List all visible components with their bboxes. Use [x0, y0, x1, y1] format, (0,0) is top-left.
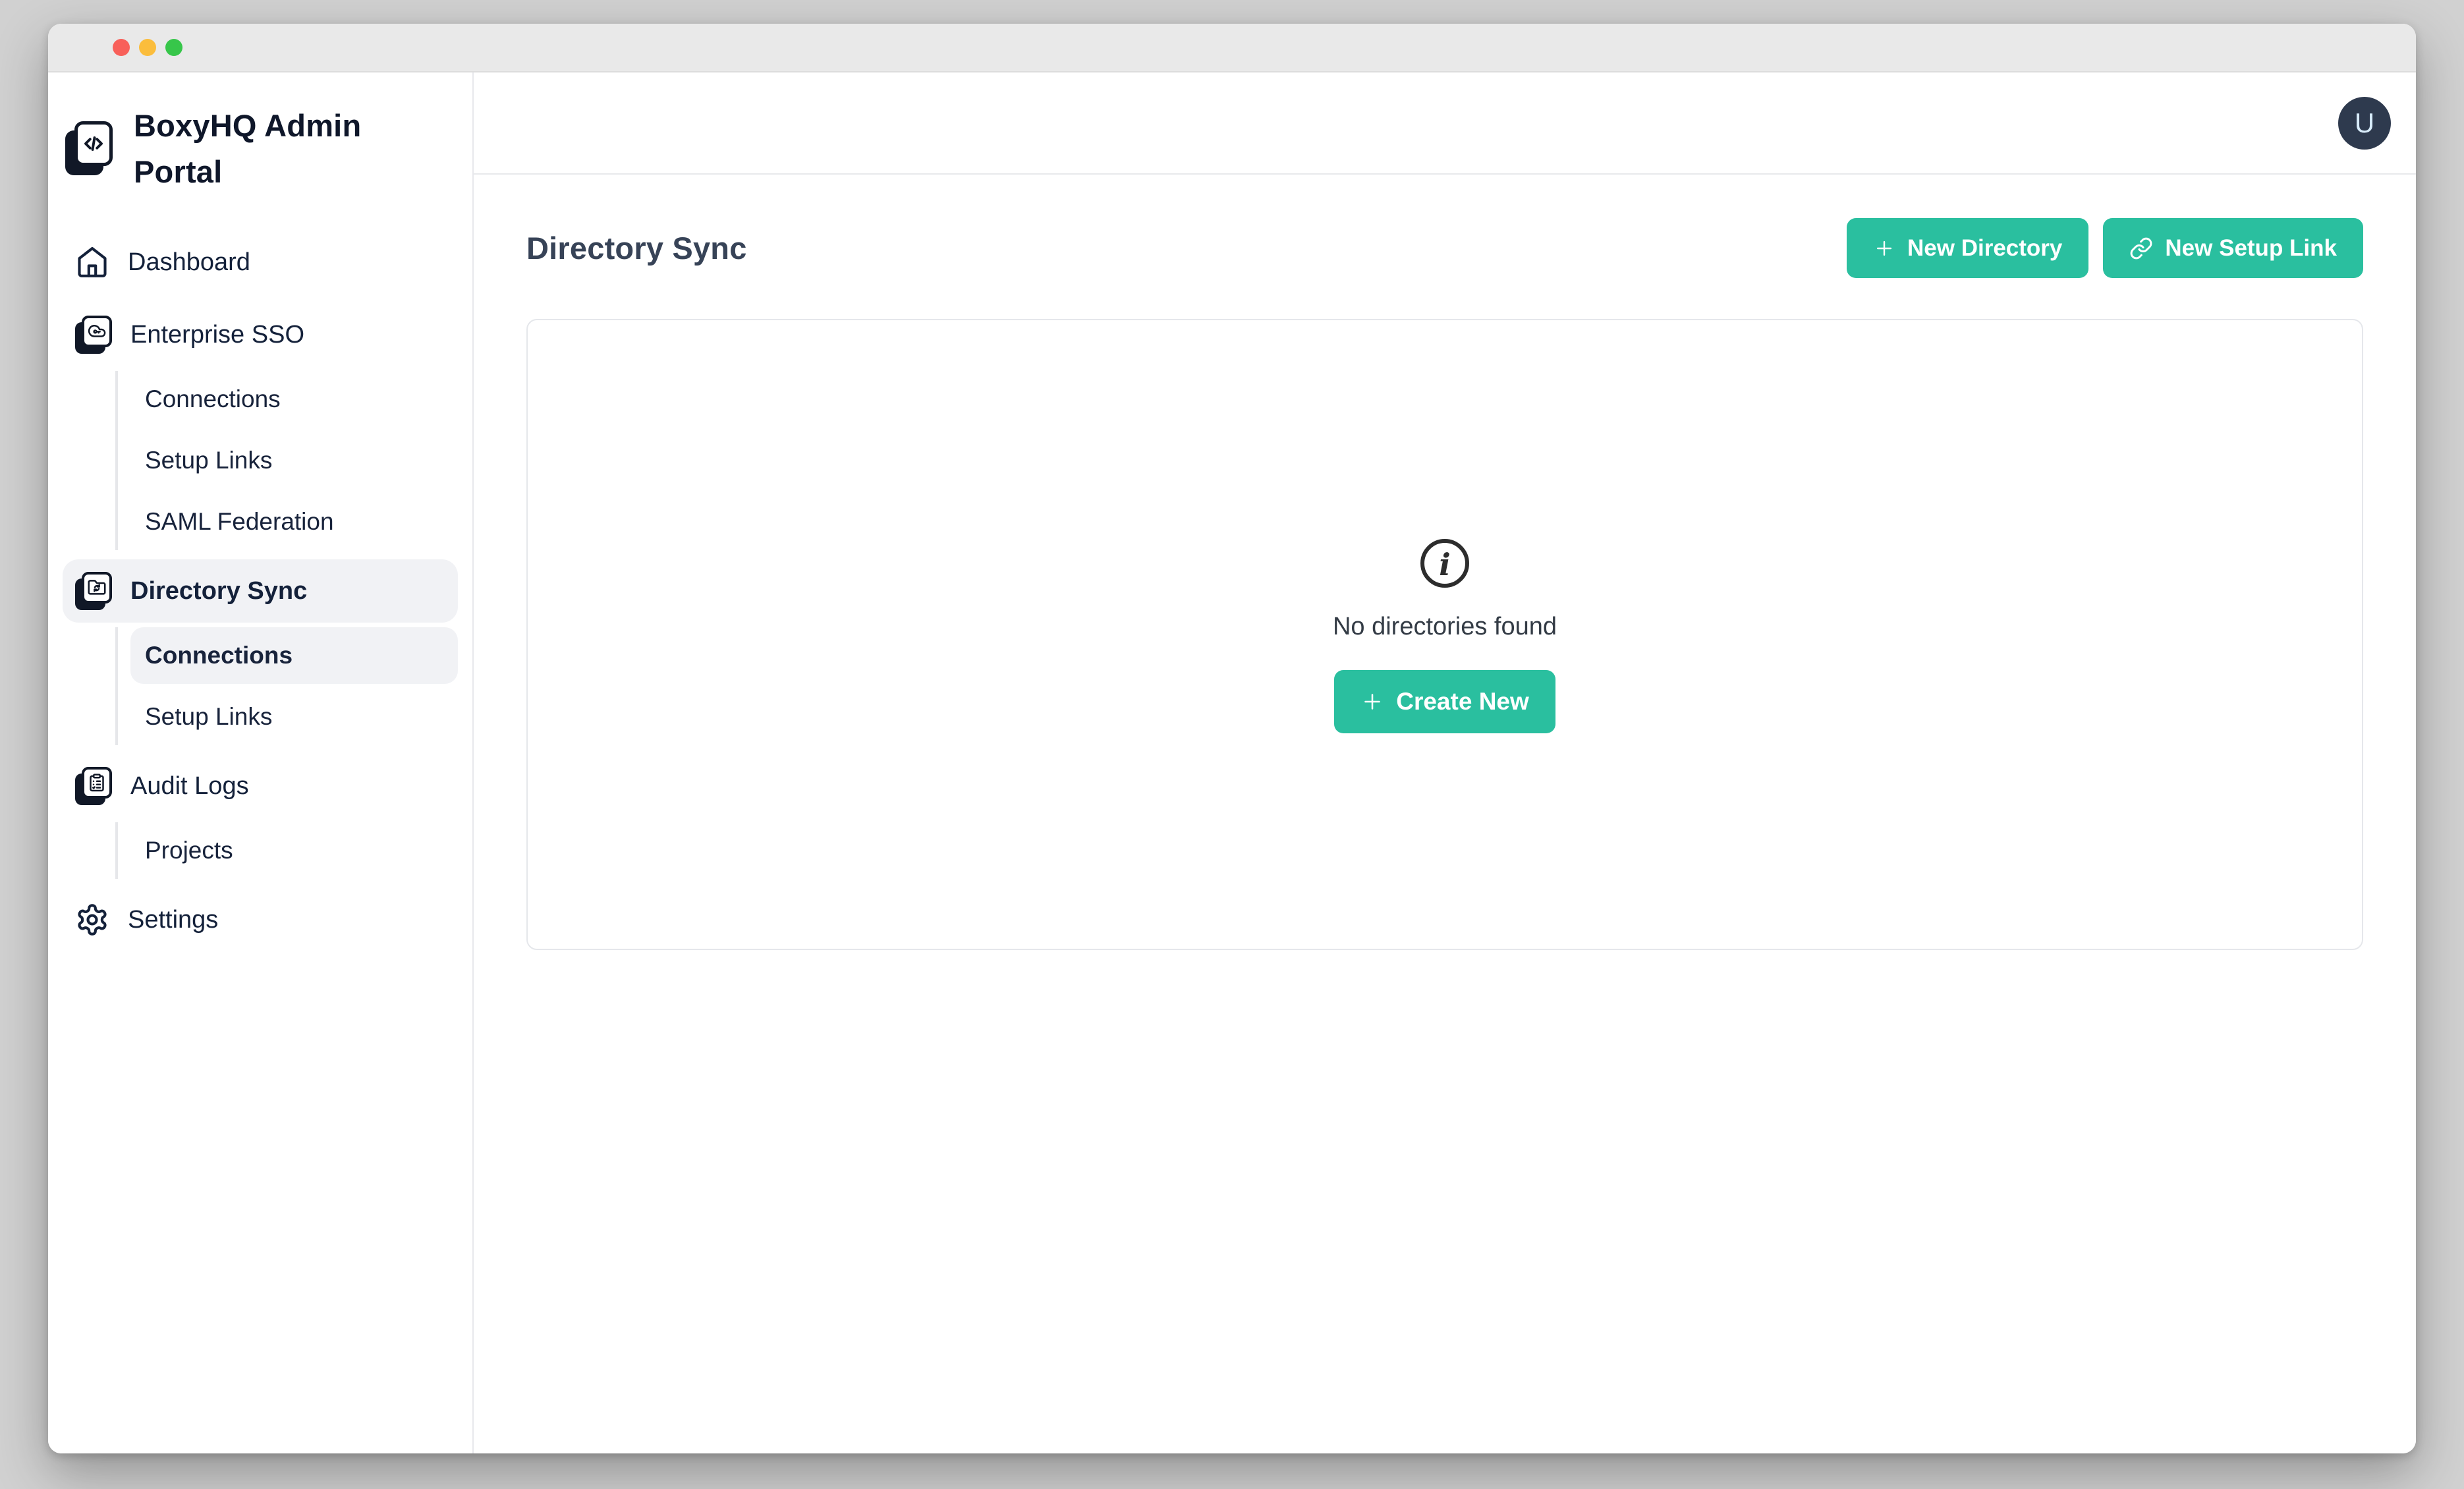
- enterprise-sso-subnav: Connections Setup Links SAML Federation: [115, 371, 458, 550]
- link-icon: [2129, 237, 2153, 260]
- sidebar-item-label: Dashboard: [128, 248, 250, 277]
- plus-icon: [1360, 690, 1384, 714]
- page-title: Directory Sync: [526, 230, 747, 266]
- zoom-window-button[interactable]: [165, 39, 182, 56]
- sidebar-subitem-sso-setup-links[interactable]: Setup Links: [130, 432, 458, 489]
- sidebar-item-label: Audit Logs: [130, 772, 249, 801]
- plus-icon: [1873, 237, 1895, 260]
- gear-icon: [75, 903, 109, 937]
- sidebar-subitem-label: SAML Federation: [145, 508, 334, 536]
- app-title: BoxyHQ Admin Portal: [134, 103, 371, 195]
- sidebar-subitem-label: Connections: [145, 385, 281, 413]
- audit-logs-clipboard-icon: [75, 767, 112, 805]
- sidebar-item-audit-logs[interactable]: Audit Logs: [63, 754, 458, 818]
- sso-cloud-key-icon: [75, 316, 112, 354]
- sidebar-subitem-label: Setup Links: [145, 703, 272, 731]
- sidebar-subitem-sso-connections[interactable]: Connections: [130, 371, 458, 428]
- sidebar-item-directory-sync[interactable]: Directory Sync: [63, 559, 458, 623]
- directory-sync-folder-icon: [75, 572, 112, 610]
- avatar-letter: U: [2355, 107, 2374, 139]
- sidebar-item-settings[interactable]: Settings: [63, 888, 458, 951]
- window-titlebar: [48, 24, 2416, 72]
- sidebar-subitem-projects[interactable]: Projects: [130, 822, 458, 879]
- sidebar-item-enterprise-sso[interactable]: Enterprise SSO: [63, 303, 458, 366]
- info-icon: i: [1418, 536, 1472, 590]
- sidebar-subitem-label: Connections: [145, 642, 293, 669]
- minimize-window-button[interactable]: [139, 39, 156, 56]
- boxyhq-code-logo-icon: [65, 121, 113, 175]
- sidebar-subitem-label: Projects: [145, 837, 233, 864]
- new-setup-link-label: New Setup Link: [2165, 235, 2337, 262]
- sidebar-subitem-directory-setup-links[interactable]: Setup Links: [130, 688, 458, 745]
- page-actions: New Directory New Setup Link: [1847, 218, 2363, 278]
- sidebar: BoxyHQ Admin Portal Dashboard: [48, 72, 474, 1453]
- new-directory-button[interactable]: New Directory: [1847, 218, 2088, 278]
- close-window-button[interactable]: [113, 39, 130, 56]
- sidebar-subitem-label: Setup Links: [145, 447, 272, 474]
- sidebar-subitem-directory-connections[interactable]: Connections: [130, 627, 458, 684]
- app-logo-row[interactable]: BoxyHQ Admin Portal: [63, 103, 458, 195]
- create-new-button[interactable]: Create New: [1334, 670, 1555, 733]
- sidebar-item-label: Directory Sync: [130, 577, 307, 605]
- svg-text:i: i: [1439, 547, 1450, 582]
- app-window: BoxyHQ Admin Portal Dashboard: [48, 24, 2416, 1453]
- top-header-bar: U: [474, 72, 2416, 175]
- user-avatar[interactable]: U: [2338, 97, 2391, 150]
- new-setup-link-button[interactable]: New Setup Link: [2103, 218, 2363, 278]
- sidebar-item-dashboard[interactable]: Dashboard: [63, 231, 458, 294]
- sidebar-item-label: Enterprise SSO: [130, 321, 304, 349]
- sidebar-nav: Dashboard Enterprise: [63, 231, 458, 951]
- directories-empty-state-card: i No directories found Create New: [526, 319, 2363, 950]
- audit-logs-subnav: Projects: [115, 822, 458, 879]
- new-directory-label: New Directory: [1907, 235, 2062, 262]
- empty-state-message: No directories found: [1333, 613, 1557, 641]
- create-new-label: Create New: [1396, 688, 1529, 716]
- home-icon: [75, 245, 109, 279]
- directory-sync-subnav: Connections Setup Links: [115, 627, 458, 745]
- main-area: U Directory Sync New Directory: [474, 72, 2416, 1453]
- sidebar-item-label: Settings: [128, 906, 218, 934]
- page-content: Directory Sync New Directory: [474, 175, 2416, 950]
- sidebar-subitem-saml-federation[interactable]: SAML Federation: [130, 493, 458, 550]
